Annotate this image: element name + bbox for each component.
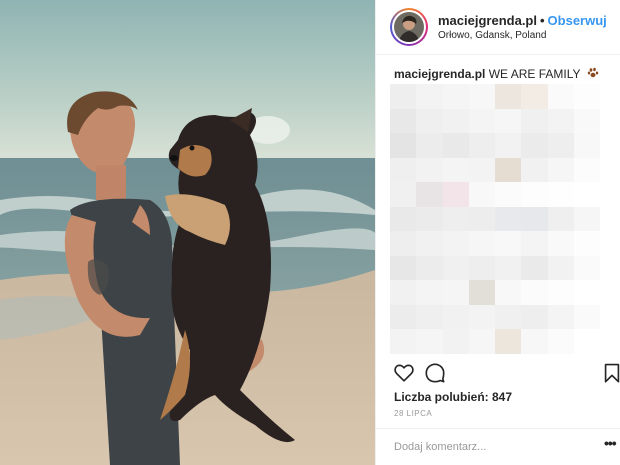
username-link[interactable]: maciejgrenda.pl bbox=[438, 13, 537, 28]
post-side-panel: maciejgrenda.pl • Obserwuj Orłowo, Gdansk,… bbox=[375, 0, 620, 465]
caption-text: WE ARE FAMILY bbox=[488, 67, 581, 81]
blurred-comments-area bbox=[390, 84, 600, 354]
comment-bubble-icon[interactable] bbox=[424, 362, 446, 384]
location-link[interactable]: Orłowo, Gdansk, Poland bbox=[438, 30, 546, 41]
paw-prints-icon bbox=[587, 67, 599, 82]
post-actions-bar bbox=[376, 360, 620, 388]
likes-count[interactable]: Liczba polubień: 847 bbox=[394, 390, 512, 404]
avatar[interactable] bbox=[390, 8, 428, 46]
follow-button[interactable]: Obserwuj bbox=[548, 13, 607, 28]
avatar-image bbox=[394, 12, 424, 42]
beach-man-dog-image bbox=[0, 0, 375, 465]
bookmark-icon[interactable] bbox=[601, 362, 620, 384]
comment-input[interactable] bbox=[394, 438, 574, 456]
caption-username-link[interactable]: maciejgrenda.pl bbox=[394, 67, 485, 81]
post-header: maciejgrenda.pl • Obserwuj Orłowo, Gdansk,… bbox=[376, 0, 620, 55]
more-options-icon[interactable]: ••• bbox=[604, 436, 620, 454]
heart-icon[interactable] bbox=[393, 362, 415, 384]
post-caption: maciejgrenda.pl WE ARE FAMILY bbox=[394, 67, 599, 82]
comment-bar: ••• bbox=[376, 428, 620, 465]
post-date[interactable]: 28 LIPCA bbox=[394, 409, 432, 418]
post-photo[interactable] bbox=[0, 0, 375, 465]
header-user-line: maciejgrenda.pl • Obserwuj bbox=[438, 13, 607, 28]
separator-dot: • bbox=[539, 13, 545, 28]
